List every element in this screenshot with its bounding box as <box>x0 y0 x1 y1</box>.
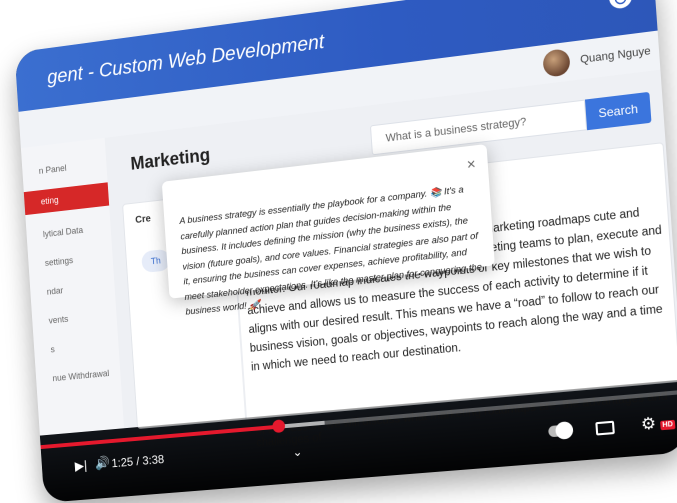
sidebar-item-marketing[interactable]: eting <box>24 182 109 215</box>
next-icon[interactable]: ▶| <box>74 458 87 474</box>
user-name[interactable]: Quang Nguye <box>580 45 651 66</box>
sidebar-item-revenue-withdrawal[interactable]: nue Withdrawal <box>35 360 121 391</box>
page-title: Marketing <box>130 145 211 175</box>
sidebar-item-settings[interactable]: settings <box>28 244 113 276</box>
subtitles-icon[interactable] <box>595 421 615 436</box>
sidebar-item-s[interactable]: s <box>34 331 120 362</box>
gear-icon[interactable]: ⚙ <box>640 413 656 435</box>
sidebar-item-calendar[interactable]: ndar <box>30 273 116 305</box>
clock-icon[interactable]: ◷ <box>608 0 632 10</box>
time-display: 1:25 / 3:38 <box>111 452 165 470</box>
scrubber-handle[interactable] <box>272 419 285 433</box>
sidebar-item-events[interactable]: vents <box>32 302 118 334</box>
tablet-frame: gent - Custom Web Development ◷ Quang Ng… <box>15 0 677 503</box>
chevron-down-icon[interactable]: ⌄ <box>292 445 303 460</box>
autoplay-toggle[interactable] <box>548 424 573 437</box>
avatar[interactable] <box>542 48 570 78</box>
toggle-knob <box>555 421 574 440</box>
sidebar-item-analytical-data[interactable]: lytical Data <box>26 215 111 247</box>
sidebar-item-admin-panel[interactable]: n Panel <box>22 151 107 184</box>
close-icon[interactable]: × <box>466 156 476 174</box>
search-button[interactable]: Search <box>585 92 652 130</box>
card-tab[interactable]: Cre <box>135 214 151 226</box>
hd-badge: HD <box>660 420 675 431</box>
volume-icon[interactable]: 🔊 <box>94 455 110 472</box>
